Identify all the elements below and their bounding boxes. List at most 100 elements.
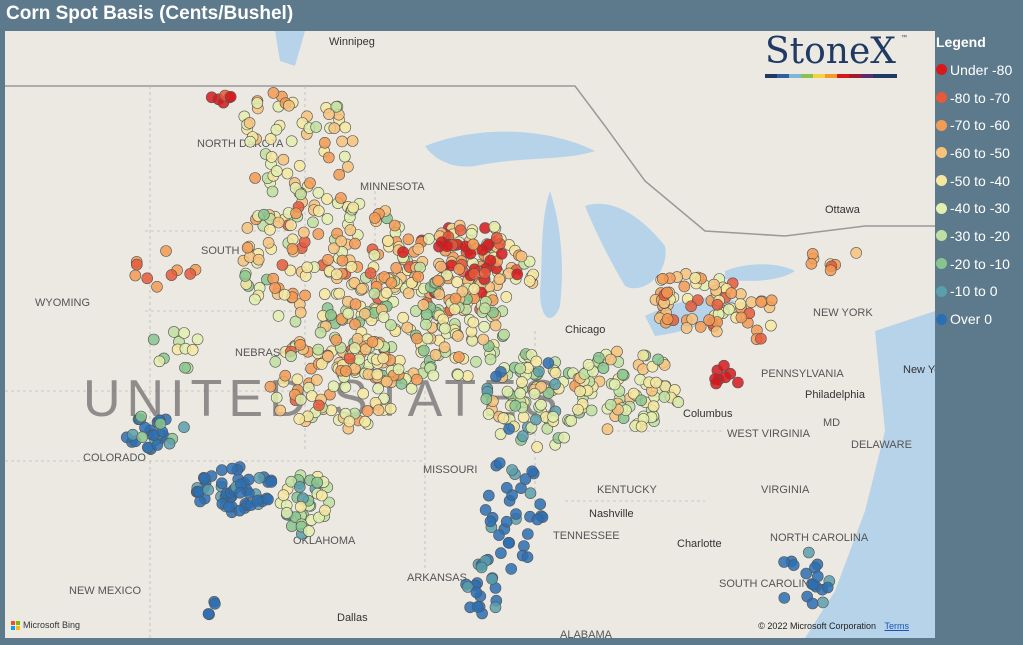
- basis-point[interactable]: [531, 513, 544, 526]
- basis-point[interactable]: [368, 249, 381, 261]
- basis-point[interactable]: [778, 592, 791, 604]
- basis-point[interactable]: [392, 363, 405, 376]
- basis-point[interactable]: [323, 108, 335, 120]
- basis-point[interactable]: [439, 322, 451, 335]
- basis-point[interactable]: [294, 338, 307, 351]
- basis-point[interactable]: [223, 500, 235, 513]
- basis-point[interactable]: [384, 402, 397, 415]
- basis-point[interactable]: [482, 408, 495, 420]
- basis-point[interactable]: [574, 385, 586, 398]
- basis-point[interactable]: [249, 172, 261, 184]
- basis-point[interactable]: [477, 333, 490, 346]
- basis-point[interactable]: [359, 415, 371, 428]
- basis-point[interactable]: [592, 351, 605, 364]
- legend-item[interactable]: Under -80: [936, 56, 1021, 84]
- basis-point[interactable]: [531, 441, 543, 453]
- legend-item[interactable]: -40 to -30: [936, 194, 1021, 222]
- basis-point[interactable]: [478, 320, 491, 333]
- basis-point[interactable]: [689, 272, 702, 284]
- basis-point[interactable]: [312, 343, 325, 356]
- basis-point[interactable]: [514, 387, 527, 400]
- legend-item[interactable]: -60 to -50: [936, 139, 1021, 167]
- basis-point[interactable]: [489, 601, 502, 614]
- basis-point[interactable]: [616, 368, 629, 381]
- basis-point[interactable]: [303, 525, 315, 537]
- basis-point[interactable]: [262, 237, 275, 249]
- basis-point[interactable]: [325, 309, 337, 321]
- basis-point[interactable]: [325, 404, 338, 417]
- basis-point[interactable]: [301, 261, 314, 274]
- basis-point[interactable]: [294, 188, 307, 201]
- basis-point[interactable]: [264, 380, 277, 393]
- basis-point[interactable]: [267, 87, 280, 99]
- basis-point[interactable]: [202, 484, 214, 496]
- basis-point[interactable]: [734, 298, 747, 310]
- basis-point[interactable]: [500, 515, 513, 528]
- basis-point[interactable]: [484, 353, 497, 366]
- basis-point[interactable]: [244, 135, 256, 148]
- basis-point[interactable]: [321, 213, 334, 225]
- basis-point[interactable]: [411, 373, 423, 386]
- basis-point[interactable]: [233, 504, 246, 517]
- basis-point[interactable]: [336, 254, 349, 267]
- basis-point[interactable]: [272, 310, 285, 322]
- basis-point[interactable]: [650, 376, 662, 389]
- basis-point[interactable]: [333, 168, 346, 181]
- basis-point[interactable]: [467, 316, 480, 329]
- basis-point[interactable]: [366, 336, 379, 348]
- basis-point[interactable]: [806, 597, 819, 610]
- basis-point[interactable]: [343, 415, 356, 428]
- basis-point[interactable]: [239, 270, 251, 282]
- basis-point[interactable]: [582, 358, 595, 371]
- basis-point[interactable]: [270, 391, 283, 404]
- basis-point[interactable]: [449, 292, 462, 305]
- basis-point[interactable]: [755, 296, 767, 308]
- basis-point[interactable]: [335, 192, 347, 204]
- basis-point[interactable]: [349, 342, 361, 355]
- basis-point[interactable]: [294, 393, 307, 406]
- basis-point[interactable]: [272, 216, 285, 229]
- basis-point[interactable]: [277, 489, 290, 502]
- basis-point[interactable]: [312, 228, 325, 240]
- basis-point[interactable]: [270, 165, 283, 177]
- basis-point[interactable]: [285, 350, 297, 362]
- basis-point[interactable]: [703, 314, 715, 326]
- basis-point[interactable]: [129, 269, 142, 282]
- basis-point[interactable]: [318, 137, 331, 149]
- basis-point[interactable]: [534, 498, 547, 511]
- basis-point[interactable]: [488, 221, 501, 233]
- basis-point[interactable]: [349, 298, 362, 311]
- basis-point[interactable]: [226, 462, 238, 475]
- basis-point[interactable]: [293, 481, 306, 493]
- basis-point[interactable]: [490, 232, 503, 244]
- basis-point[interactable]: [327, 380, 340, 393]
- basis-point[interactable]: [817, 596, 829, 609]
- basis-point[interactable]: [501, 385, 514, 398]
- basis-point[interactable]: [479, 267, 491, 279]
- basis-point[interactable]: [310, 121, 322, 133]
- basis-point[interactable]: [243, 117, 256, 129]
- basis-point[interactable]: [179, 361, 191, 374]
- basis-point[interactable]: [359, 307, 371, 320]
- basis-point[interactable]: [135, 410, 147, 423]
- basis-point[interactable]: [417, 344, 430, 357]
- basis-point[interactable]: [338, 150, 351, 163]
- basis-point[interactable]: [500, 291, 513, 303]
- basis-point[interactable]: [452, 330, 464, 342]
- basis-point[interactable]: [755, 332, 767, 345]
- basis-point[interactable]: [468, 283, 481, 295]
- basis-point[interactable]: [635, 394, 648, 407]
- basis-point[interactable]: [475, 561, 488, 574]
- basis-point[interactable]: [719, 371, 732, 384]
- basis-point[interactable]: [347, 201, 360, 214]
- basis-point[interactable]: [542, 357, 555, 369]
- basis-point[interactable]: [420, 318, 432, 331]
- basis-point[interactable]: [251, 494, 264, 507]
- basis-point[interactable]: [315, 489, 328, 502]
- basis-point[interactable]: [635, 420, 648, 433]
- basis-point[interactable]: [355, 282, 368, 295]
- basis-point[interactable]: [565, 414, 578, 427]
- basis-point[interactable]: [346, 135, 359, 147]
- basis-point[interactable]: [453, 351, 465, 363]
- basis-point[interactable]: [597, 362, 610, 374]
